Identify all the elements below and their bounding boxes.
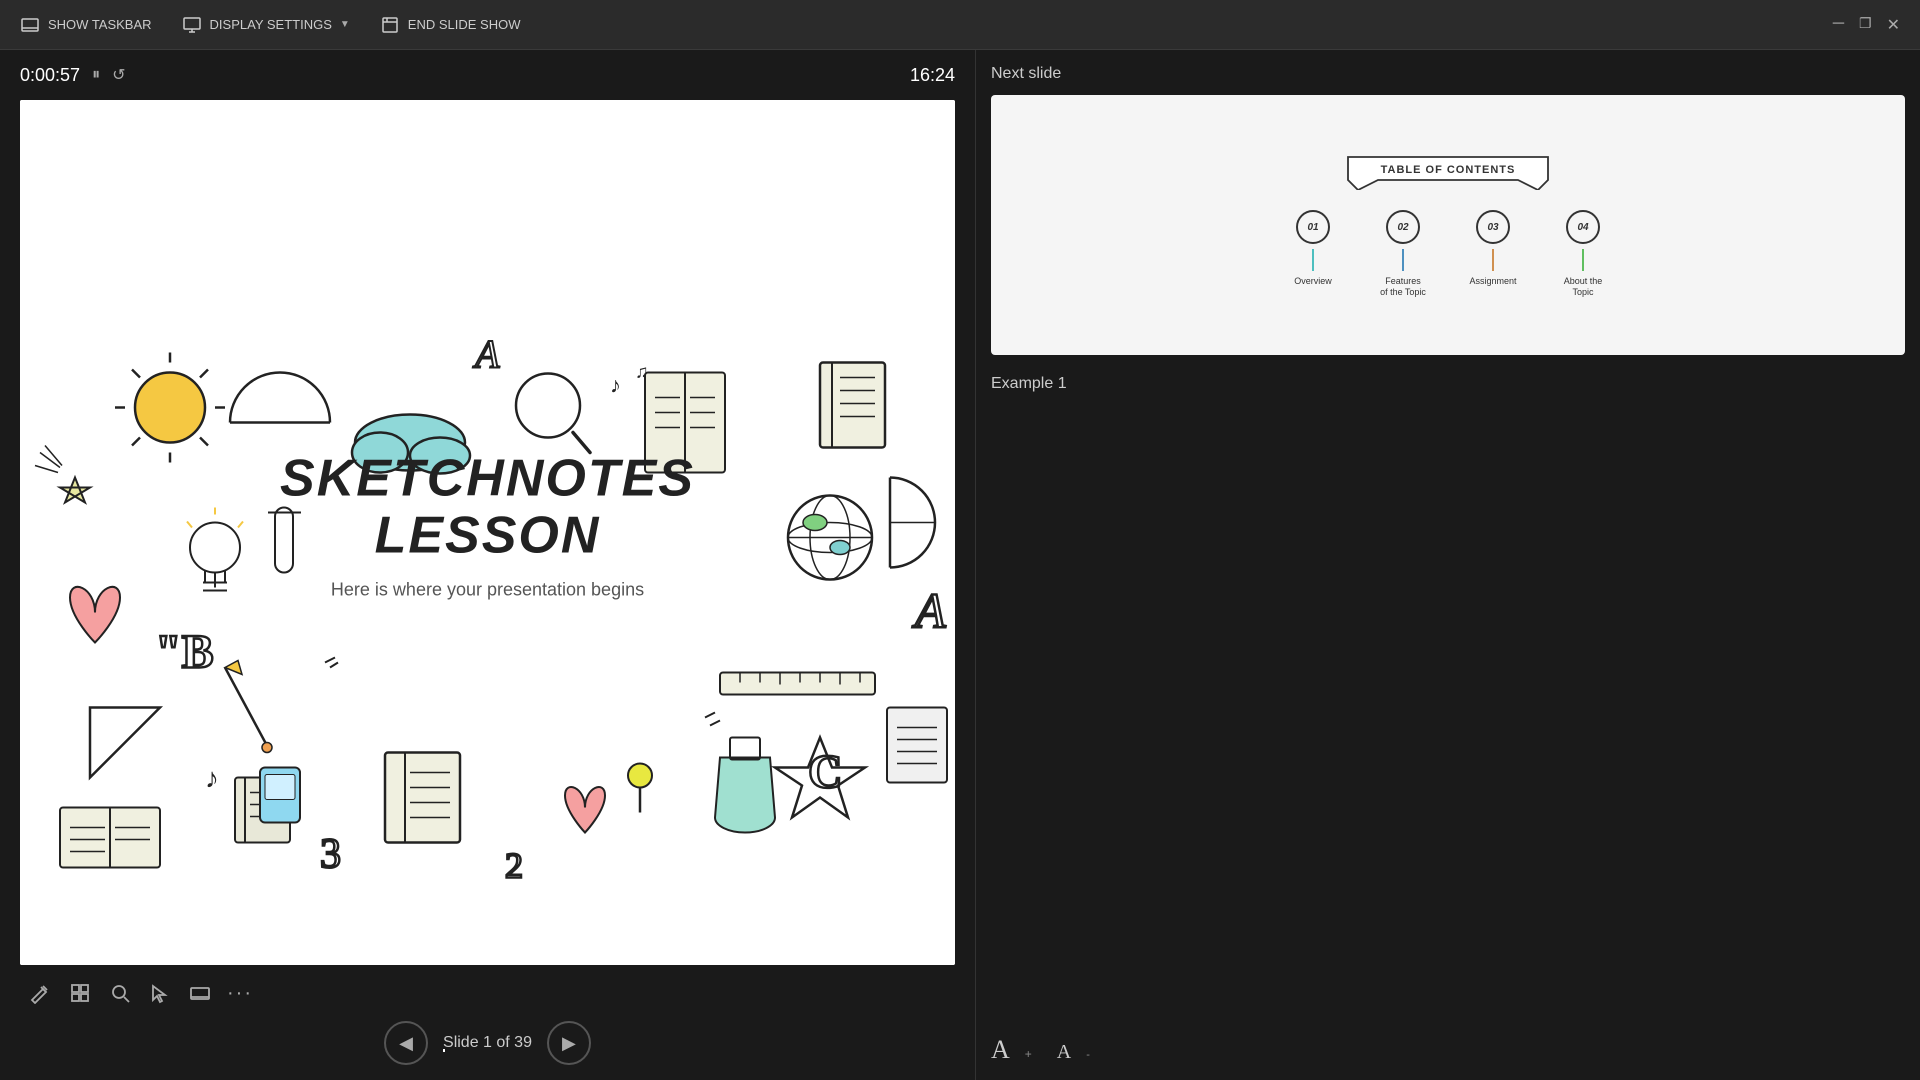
close-btn[interactable]: ✕ [1887, 15, 1900, 35]
svg-text:3: 3 [320, 832, 341, 878]
font-size-controls: A + A - [991, 1015, 1905, 1065]
toc-arrow-03 [1492, 249, 1494, 271]
font-increase-btn[interactable]: A [991, 1035, 1010, 1065]
toc-label-02: Featuresof the Topic [1380, 276, 1426, 298]
pause-button[interactable]: ⏸ [92, 66, 100, 84]
main-area: 0:00:57 ⏸ ↺ 16:24 [0, 50, 1920, 1080]
show-taskbar-btn[interactable]: SHOW TASKBAR [20, 15, 152, 35]
toc-label-04: About theTopic [1564, 276, 1603, 298]
svg-text:2: 2 [505, 846, 523, 886]
end-slideshow-btn[interactable]: END SLIDE SHOW [380, 15, 521, 35]
toc-arrow-02 [1402, 249, 1404, 271]
display-mode-btn[interactable] [180, 973, 220, 1013]
stop-icon [380, 15, 400, 35]
toc-number-02: 02 [1386, 210, 1420, 244]
svg-text:C: C [808, 746, 843, 799]
toc-item-02: 02 Featuresof the Topic [1368, 210, 1438, 298]
font-superscript-large: + [1025, 1047, 1032, 1061]
minimize-btn[interactable]: ─ [1833, 15, 1844, 35]
slide-subtitle: Here is where your presentation begins [280, 579, 695, 600]
toc-number-03: 03 [1476, 210, 1510, 244]
svg-text:TABLE OF CONTENTS: TABLE OF CONTENTS [1381, 164, 1516, 176]
toc-number-01: 01 [1296, 210, 1330, 244]
toc-item-01: 01 Overview [1278, 210, 1348, 287]
right-panel: Next slide TABLE OF CONTENTS 01 [975, 50, 1920, 1080]
svg-text:♪: ♪ [610, 373, 621, 398]
toc-item-03: 03 Assignment [1458, 210, 1528, 287]
next-slide-preview[interactable]: TABLE OF CONTENTS 01 Overview [991, 95, 1905, 355]
dropdown-arrow: ▼ [340, 19, 350, 30]
restore-btn[interactable]: ❐ [1859, 15, 1872, 35]
taskbar-icon [20, 15, 40, 35]
slide-header: 0:00:57 ⏸ ↺ 16:24 [0, 50, 975, 100]
toc-arrow-01 [1312, 249, 1314, 271]
toc-number-04: 04 [1566, 210, 1600, 244]
pen-tool-btn[interactable] [20, 973, 60, 1013]
controls-row: ··· [0, 965, 975, 1021]
font-decrease-btn[interactable]: A [1057, 1041, 1071, 1064]
svg-text:A: A [912, 583, 946, 639]
slide-viewport: ♪ ♫ [20, 100, 955, 965]
pointer-tool-btn[interactable] [140, 973, 180, 1013]
toc-item-04: 04 About theTopic [1548, 210, 1618, 298]
svg-text:♫: ♫ [635, 362, 649, 382]
search-btn[interactable] [100, 973, 140, 1013]
grid-view-btn[interactable] [60, 973, 100, 1013]
slide-title: SKETCHNOTES LESSON [280, 450, 695, 564]
svg-text:"B: "B [155, 626, 214, 679]
presentation-area: 0:00:57 ⏸ ↺ 16:24 [0, 50, 975, 1080]
svg-text:♪: ♪ [205, 763, 219, 794]
restart-button[interactable]: ↺ [112, 65, 125, 85]
slide-text-center: SKETCHNOTES LESSON Here is where your pr… [280, 450, 695, 600]
svg-text:A: A [472, 332, 500, 377]
slide-timer: 0:00:57 ⏸ ↺ [20, 65, 125, 86]
bottom-navigation: ◀ Slide 1 of 39 ▶ [0, 1021, 975, 1080]
timer-value: 0:00:57 [20, 65, 80, 86]
toc-content: TABLE OF CONTENTS 01 Overview [991, 95, 1905, 355]
toolbar: SHOW TASKBAR DISPLAY SETTINGS ▼ END SLID… [0, 0, 1920, 50]
toc-banner: TABLE OF CONTENTS [1338, 152, 1558, 195]
next-slide-btn[interactable]: ▶ [547, 1021, 591, 1065]
slide-progress-bar [443, 1049, 445, 1052]
toc-label-03: Assignment [1469, 276, 1516, 287]
display-icon [182, 15, 202, 35]
more-options-btn[interactable]: ··· [220, 973, 260, 1013]
slide-background: ♪ ♫ [20, 100, 955, 965]
slide-counter: Slide 1 of 39 [443, 1034, 532, 1051]
toc-items: 01 Overview 02 Featuresof the Topic [1278, 210, 1618, 298]
clock-display: 16:24 [910, 65, 955, 86]
toc-label-01: Overview [1294, 276, 1332, 287]
next-slide-label: Next slide [991, 65, 1905, 83]
example-label: Example 1 [991, 375, 1905, 393]
font-superscript-small: - [1086, 1049, 1090, 1061]
toc-arrow-04 [1582, 249, 1584, 271]
display-settings-btn[interactable]: DISPLAY SETTINGS ▼ [182, 15, 350, 35]
prev-slide-btn[interactable]: ◀ [384, 1021, 428, 1065]
